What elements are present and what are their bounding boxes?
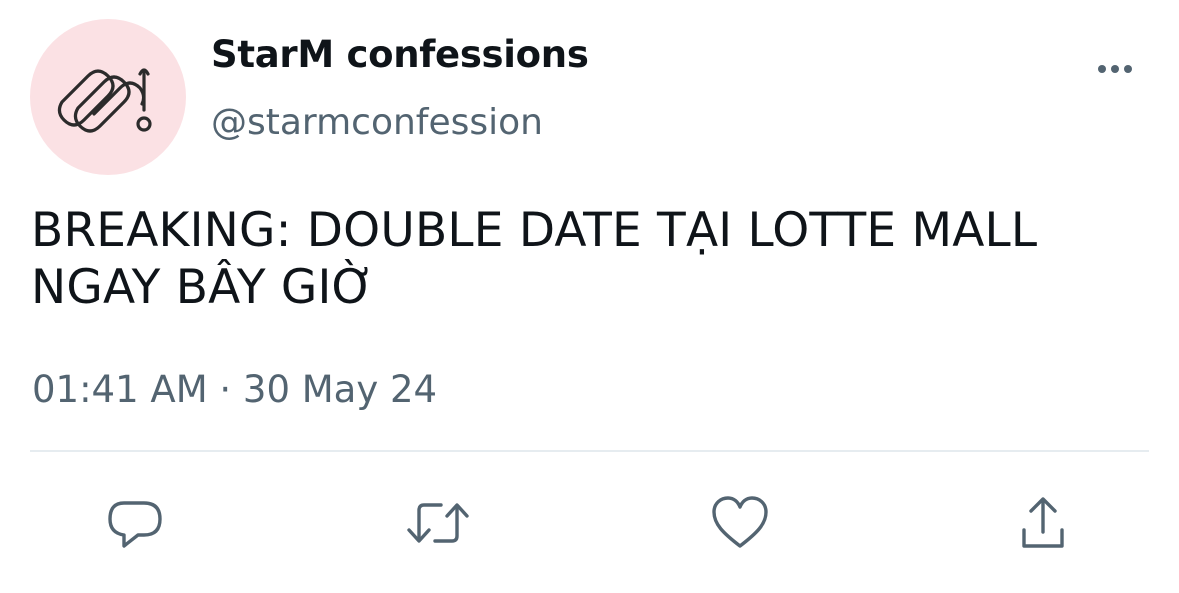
more-options-button[interactable] — [1093, 58, 1137, 80]
share-button[interactable] — [1008, 488, 1078, 558]
divider — [30, 450, 1149, 452]
tweet-card: StarM confessions @starmconfession BREAK… — [0, 0, 1179, 593]
like-button[interactable] — [705, 488, 775, 558]
retweet-icon — [407, 503, 469, 543]
display-name[interactable]: StarM confessions — [211, 33, 589, 76]
avatar[interactable] — [30, 19, 186, 175]
retweet-button[interactable] — [403, 488, 473, 558]
more-options-icon — [1098, 65, 1132, 73]
tweet-text: BREAKING: DOUBLE DATE TẠI LOTTE MALL NGA… — [31, 203, 1038, 315]
share-icon — [1022, 497, 1064, 548]
user-handle[interactable]: @starmconfession — [211, 102, 543, 143]
starm-logo-icon — [57, 68, 152, 133]
reply-button[interactable] — [100, 488, 170, 558]
tweet-timestamp[interactable]: 01:41 AM · 30 May 24 — [32, 368, 437, 411]
like-icon — [712, 496, 768, 548]
reply-icon — [108, 501, 162, 548]
